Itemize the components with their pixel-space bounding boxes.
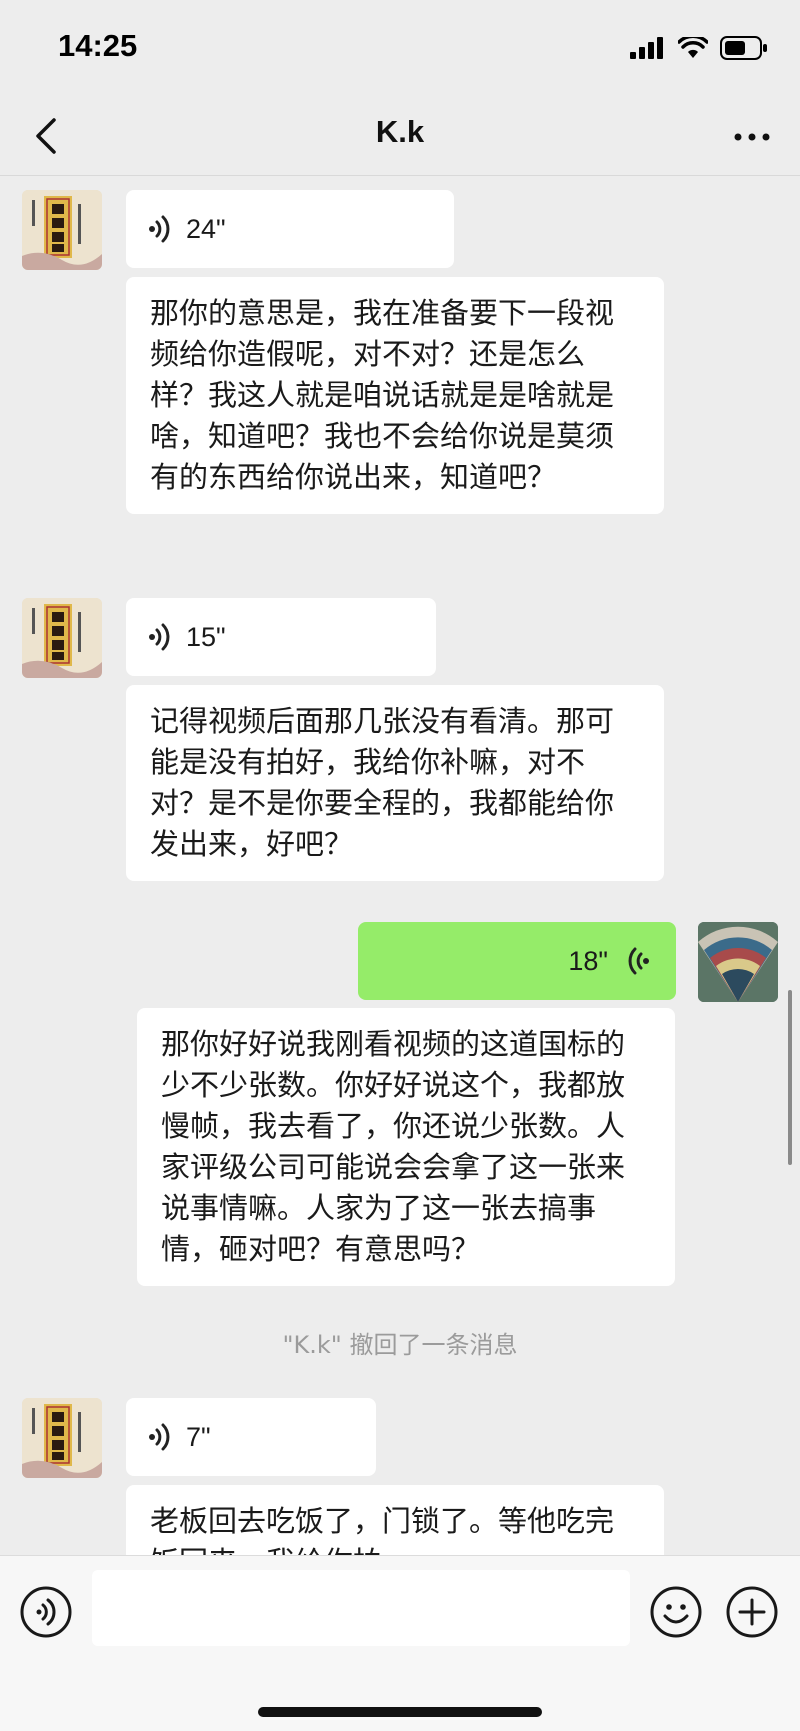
text-message[interactable]: 记得视频后面那几张没有看清。那可能是没有拍好，我给你补嘛，对不对？是不是你要全程…	[126, 685, 664, 881]
smiley-icon	[650, 1586, 702, 1638]
recall-notice: "K.k" 撤回了一条消息	[282, 1331, 518, 1359]
voice-message[interactable]: 24"	[126, 190, 454, 268]
input-bar	[0, 1555, 800, 1731]
message-input[interactable]	[92, 1570, 630, 1646]
contact-avatar[interactable]	[22, 1398, 102, 1478]
text-message[interactable]: 那你的意思是，我在准备要下一段视频给你造假呢，对不对？还是怎么样？我这人就是咱说…	[126, 277, 664, 514]
fan-pattern-avatar-image	[698, 922, 778, 1002]
chat-title: K.k	[375, 114, 425, 149]
battery-icon	[720, 36, 767, 60]
text-message[interactable]: 那你好好说我刚看视频的这道国标的少不少张数。你好好说这个，我都放慢帧，我去看了，…	[137, 1008, 675, 1286]
status-bar: 14:25	[0, 0, 800, 96]
contact-avatar[interactable]	[22, 190, 102, 270]
more-dots-icon	[734, 133, 770, 141]
voice-message[interactable]: 7"	[126, 1398, 376, 1476]
voice-wave-icon	[149, 1423, 170, 1451]
wifi-icon	[678, 37, 708, 58]
voice-message[interactable]: 15"	[126, 598, 436, 676]
home-indicator[interactable]	[258, 1707, 542, 1717]
status-time: 14:25	[58, 28, 138, 63]
voice-duration: 7"	[186, 1421, 211, 1452]
self-voice-message[interactable]: 18"	[358, 922, 676, 1000]
voice-wave-icon	[149, 215, 170, 243]
voice-duration: 24"	[186, 213, 226, 244]
voice-wave-icon	[628, 947, 649, 975]
voice-input-toggle[interactable]	[20, 1586, 72, 1638]
plus-circle-icon	[726, 1586, 778, 1638]
contact-avatar[interactable]	[22, 598, 102, 678]
calligraphy-avatar-image	[22, 598, 102, 678]
voice-duration: 18"	[568, 945, 608, 976]
calligraphy-avatar-image	[22, 190, 102, 270]
voice-wave-icon	[149, 623, 170, 651]
self-avatar[interactable]	[698, 922, 778, 1002]
message-list[interactable]: 24" 那你的意思是，我在准备要下一段视频给你造假呢，对不对？还是怎么样？我这人…	[0, 177, 800, 1555]
more-functions-button[interactable]	[726, 1586, 778, 1638]
cellular-signal-icon	[630, 37, 663, 59]
calligraphy-avatar-image	[22, 1398, 102, 1478]
more-options-button[interactable]	[732, 122, 772, 152]
chat-header: K.k	[0, 96, 800, 176]
voice-mode-icon	[20, 1586, 72, 1638]
status-icons	[630, 36, 768, 60]
chat-scrollbar[interactable]	[788, 990, 792, 1165]
text-message[interactable]: 老板回去吃饭了，门锁了。等他吃完饭回来，我给你拍。	[126, 1485, 664, 1555]
emoji-button[interactable]	[650, 1586, 702, 1638]
voice-duration: 15"	[186, 621, 226, 652]
